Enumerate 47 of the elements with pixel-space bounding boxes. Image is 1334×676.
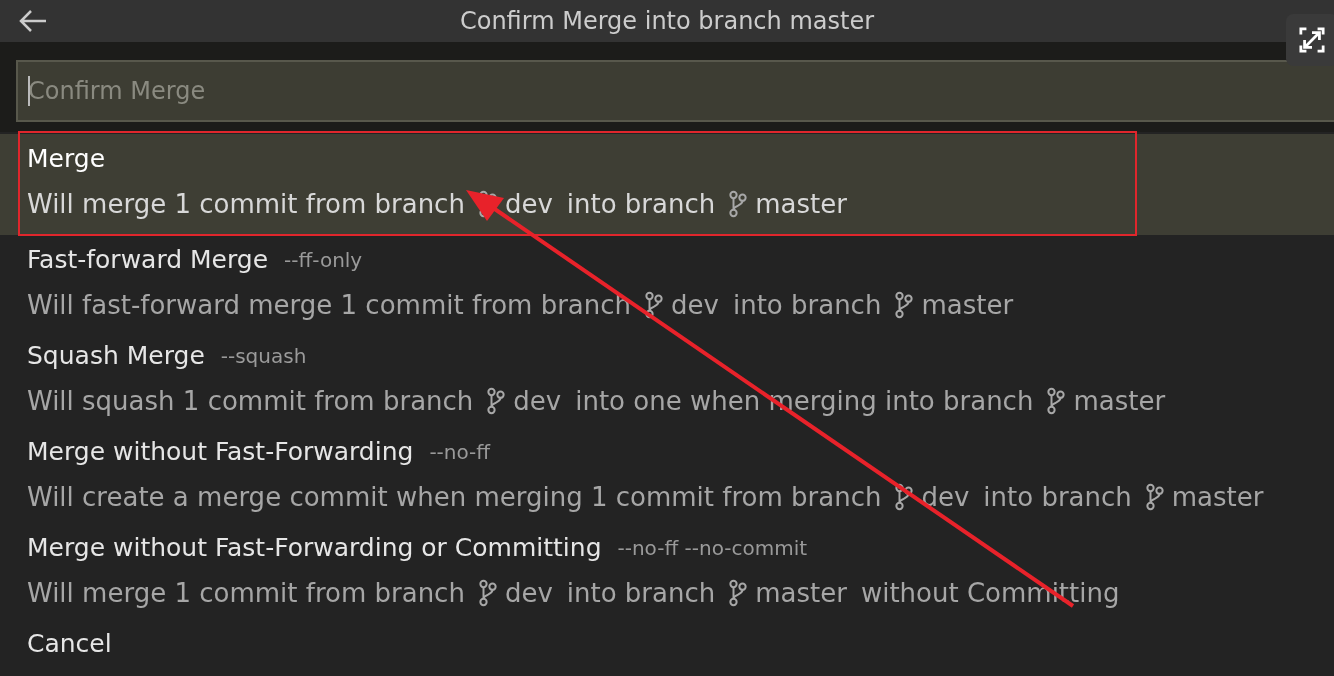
back-arrow-icon[interactable] — [18, 9, 48, 33]
option-detail: Will squash 1 commit from branch — [27, 385, 474, 416]
option-detail: into branch — [566, 577, 716, 608]
branch-name: master — [1171, 481, 1264, 512]
branch-icon — [1145, 482, 1164, 511]
text-cursor — [28, 76, 30, 106]
option-label: Squash Merge — [27, 341, 205, 370]
option-flags: --no-ff — [429, 439, 491, 464]
branch-icon — [478, 578, 497, 607]
branch-name: dev — [671, 289, 719, 320]
option-detail: Will create a merge commit when merging 1 commit from branch — [27, 481, 882, 512]
option-label: Merge — [27, 144, 106, 173]
branch-icon — [895, 290, 914, 319]
branch-icon — [1047, 386, 1066, 415]
branch-name: dev — [513, 385, 562, 416]
option-label: Merge without Fast-Forwarding — [27, 437, 414, 466]
option-label: Merge without Fast-Forwarding or Committing — [27, 533, 602, 562]
option-label: Fast-forward Merge — [27, 245, 269, 274]
branch-icon — [729, 189, 748, 218]
branch-name: dev — [504, 188, 553, 219]
list-item[interactable]: Merge Will merge 1 commit from branch dev into branch master — [0, 134, 1334, 235]
option-flags: --no-ff --no-commit — [617, 535, 808, 560]
option-detail: Will merge 1 commit from branch — [27, 577, 465, 608]
branch-name: master — [755, 188, 847, 219]
list-item[interactable]: Merge without Fast-Forwarding --no-ff Will create a merge commit when merging 1 commit from branch dev into branch master — [0, 427, 1334, 523]
branch-name: master — [755, 577, 847, 608]
list-item[interactable]: Cancel — [0, 619, 1334, 676]
branch-icon — [487, 386, 506, 415]
branch-name: master — [921, 289, 1014, 320]
list-item[interactable]: Fast-forward Merge --ff-only Will fast-forward merge 1 commit from branch dev into branch master — [0, 235, 1334, 331]
branch-icon — [895, 482, 914, 511]
branch-name: dev — [504, 577, 553, 608]
branch-icon — [645, 290, 664, 319]
branch-name: master — [1073, 385, 1166, 416]
input-field[interactable]: Confirm Merge — [16, 60, 1334, 122]
option-flags: --squash — [220, 343, 307, 368]
branch-name: dev — [921, 481, 970, 512]
expand-icon[interactable] — [1286, 14, 1334, 66]
window-title: Confirm Merge into branch master — [459, 7, 875, 35]
option-detail: into branch — [983, 481, 1132, 512]
option-detail: Will fast-forward merge 1 commit from branch — [27, 289, 632, 320]
option-label: Cancel — [27, 629, 112, 658]
branch-icon — [729, 578, 748, 607]
option-detail: into branch — [566, 188, 716, 219]
option-detail: into branch — [732, 289, 882, 320]
option-flags: --ff-only — [284, 247, 363, 272]
option-detail: Will merge 1 commit from branch — [27, 188, 465, 219]
